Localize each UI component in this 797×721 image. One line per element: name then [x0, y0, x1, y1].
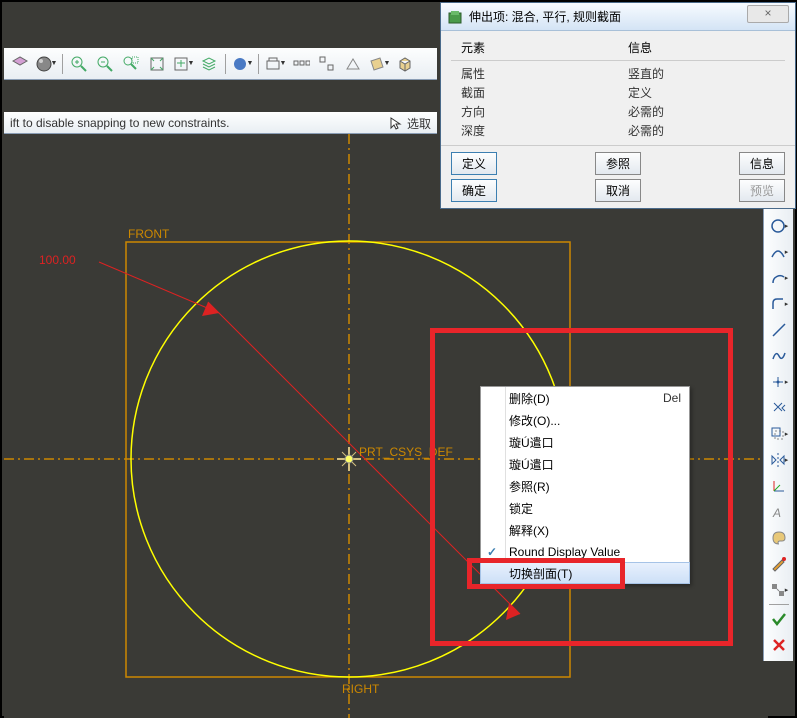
reference-button[interactable]: 参照 — [595, 152, 641, 175]
dialog-icon — [447, 9, 463, 25]
context-item-delete[interactable]: 删除(D)Del — [481, 387, 689, 409]
line-icon[interactable] — [767, 318, 791, 342]
table-row[interactable]: 深度必需的 — [451, 122, 785, 139]
status-bar: ift to disable snapping to new constrain… — [4, 112, 437, 134]
context-item-explain[interactable]: 解释(X) — [481, 519, 689, 541]
plane-icon[interactable]: ▼ — [367, 52, 391, 76]
palette-icon[interactable] — [767, 526, 791, 550]
spline-icon[interactable] — [767, 344, 791, 368]
layers-icon[interactable] — [197, 52, 221, 76]
context-item-toggle-section[interactable]: 切换剖面(T) — [480, 562, 690, 584]
cancel-icon[interactable] — [767, 633, 791, 657]
right-label: RIGHT — [342, 682, 380, 696]
zoom-area-icon[interactable] — [119, 52, 143, 76]
dialog-titlebar[interactable]: 伸出项: 混合, 平行, 规则截面 × — [441, 3, 795, 31]
circle-icon[interactable]: ▸ — [767, 214, 791, 238]
main-toolbar: ▼ ▼ ▼ ▼ ▼ — [4, 48, 437, 80]
ok-button[interactable]: 确定 — [451, 179, 497, 202]
zoom-out-icon[interactable] — [93, 52, 117, 76]
csys-label: PRT_CSYS_DEF — [359, 445, 453, 459]
pattern2-icon[interactable] — [315, 52, 339, 76]
pattern1-icon[interactable] — [289, 52, 313, 76]
table-row[interactable]: 方向必需的 — [451, 103, 785, 120]
front-label: FRONT — [128, 227, 170, 241]
dim-label: 100.00 — [39, 253, 76, 267]
context-item-round-display[interactable]: ✓Round Display Value — [481, 541, 689, 563]
cancel-button[interactable]: 取消 — [595, 179, 641, 202]
context-item-strong2[interactable]: 璇Ú遣口 — [481, 453, 689, 475]
dialog-close-button[interactable]: × — [747, 5, 789, 23]
context-item-strong[interactable]: 璇Ú遣口 — [481, 431, 689, 453]
offset-icon[interactable]: ▸ — [767, 422, 791, 446]
surface-icon[interactable] — [8, 52, 32, 76]
info-button[interactable]: 信息 — [739, 152, 785, 175]
geom-icon[interactable] — [341, 52, 365, 76]
sketch-icon[interactable] — [767, 552, 791, 576]
sketch-toolbar: ▸ ▸ ▸ ▸ ▸ ▸ ▸ ▸ A ▸ — [763, 184, 793, 661]
check-icon: ✓ — [487, 545, 497, 559]
define-button[interactable]: 定义 — [451, 152, 497, 175]
svg-text:A: A — [772, 506, 781, 520]
text-icon[interactable]: A — [767, 500, 791, 524]
box-icon[interactable] — [393, 52, 417, 76]
mirror-icon[interactable]: ▸ — [767, 448, 791, 472]
table-row[interactable]: 属性竖直的 — [451, 65, 785, 82]
scissors-icon[interactable] — [767, 396, 791, 420]
blend-definition-dialog: 伸出项: 混合, 平行, 规则截面 × 元素 信息 属性竖直的 截面定义 方向必… — [440, 2, 796, 209]
saved-view-icon[interactable]: ▼ — [263, 52, 287, 76]
context-item-lock[interactable]: 锁定 — [481, 497, 689, 519]
check-icon[interactable] — [767, 607, 791, 631]
context-item-reference[interactable]: 参照(R) — [481, 475, 689, 497]
preview-button: 预览 — [739, 179, 785, 202]
table-row[interactable]: 截面定义 — [451, 84, 785, 101]
context-menu: 删除(D)Del 修改(O)... 璇Ú遣口 璇Ú遣口 参照(R) 锁定 解释(… — [480, 386, 690, 584]
zoom-in-icon[interactable] — [67, 52, 91, 76]
csys-icon[interactable] — [767, 474, 791, 498]
status-text: ift to disable snapping to new constrain… — [10, 116, 229, 130]
refit-icon[interactable] — [145, 52, 169, 76]
orient-icon[interactable]: ▼ — [171, 52, 195, 76]
arc3-icon[interactable]: ▸ — [767, 240, 791, 264]
arc-icon[interactable]: ▸ — [767, 266, 791, 290]
dialog-title-text: 伸出项: 混合, 平行, 规则截面 — [469, 8, 621, 25]
context-item-modify[interactable]: 修改(O)... — [481, 409, 689, 431]
constraint-icon[interactable]: ▸ — [767, 578, 791, 602]
cursor-icon — [389, 116, 403, 130]
table-header: 元素 信息 — [451, 39, 785, 61]
header-element: 元素 — [451, 39, 618, 56]
select-label: 选取 — [407, 115, 431, 132]
header-info: 信息 — [618, 39, 785, 56]
sphere-icon[interactable]: ▼ — [34, 52, 58, 76]
display-icon[interactable]: ▼ — [230, 52, 254, 76]
select-control[interactable]: 选取 — [389, 115, 431, 132]
point-icon[interactable]: ▸ — [767, 370, 791, 394]
fillet-icon[interactable]: ▸ — [767, 292, 791, 316]
